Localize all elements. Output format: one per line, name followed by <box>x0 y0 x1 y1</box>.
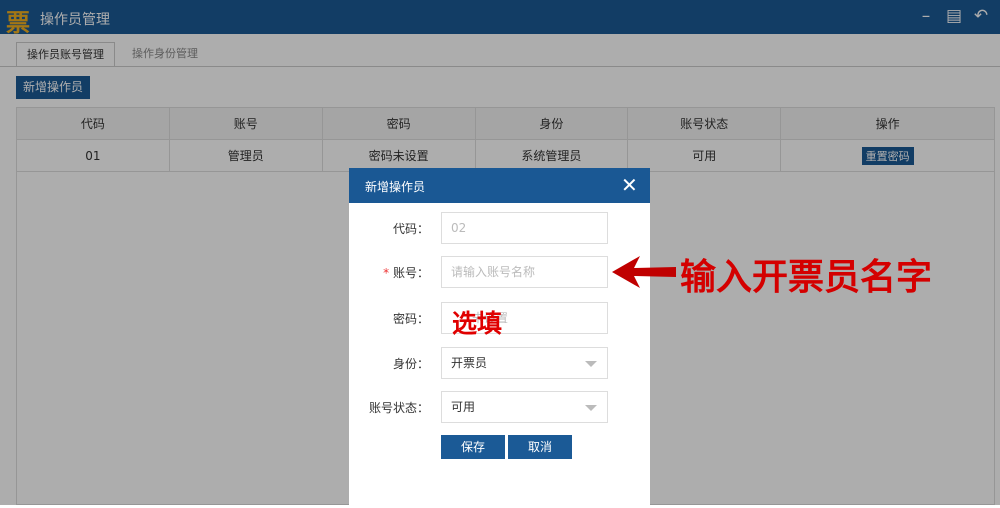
account-label: * 账号： <box>349 264 429 281</box>
status-value: 可用 <box>451 400 476 414</box>
status-select[interactable]: 可用 <box>441 391 608 423</box>
password-annotation: 选填 <box>452 309 503 338</box>
account-input[interactable]: 请输入账号名称 <box>441 256 608 288</box>
red-arrow-icon <box>612 256 676 288</box>
account-label-text: 账号： <box>392 266 429 280</box>
role-value: 开票员 <box>451 356 488 370</box>
save-button[interactable]: 保存 <box>441 435 505 459</box>
dialog-title: 新增操作员 <box>365 180 426 194</box>
role-select[interactable]: 开票员 <box>441 347 608 379</box>
code-label: 代码： <box>392 222 429 236</box>
password-label: 密码： <box>392 312 429 326</box>
cancel-button[interactable]: 取消 <box>508 435 572 459</box>
role-label: 身份： <box>392 357 429 371</box>
required-mark: * <box>383 266 393 280</box>
code-field[interactable]: 02 <box>441 212 608 244</box>
close-icon[interactable]: ✕ <box>621 173 638 197</box>
dialog-header: 新增操作员 ✕ <box>349 168 650 203</box>
dropdown-caret-icon <box>585 361 597 367</box>
status-label: 账号状态： <box>368 401 429 415</box>
account-annotation: 输入开票员名字 <box>680 257 933 298</box>
dropdown-caret-icon <box>585 405 597 411</box>
